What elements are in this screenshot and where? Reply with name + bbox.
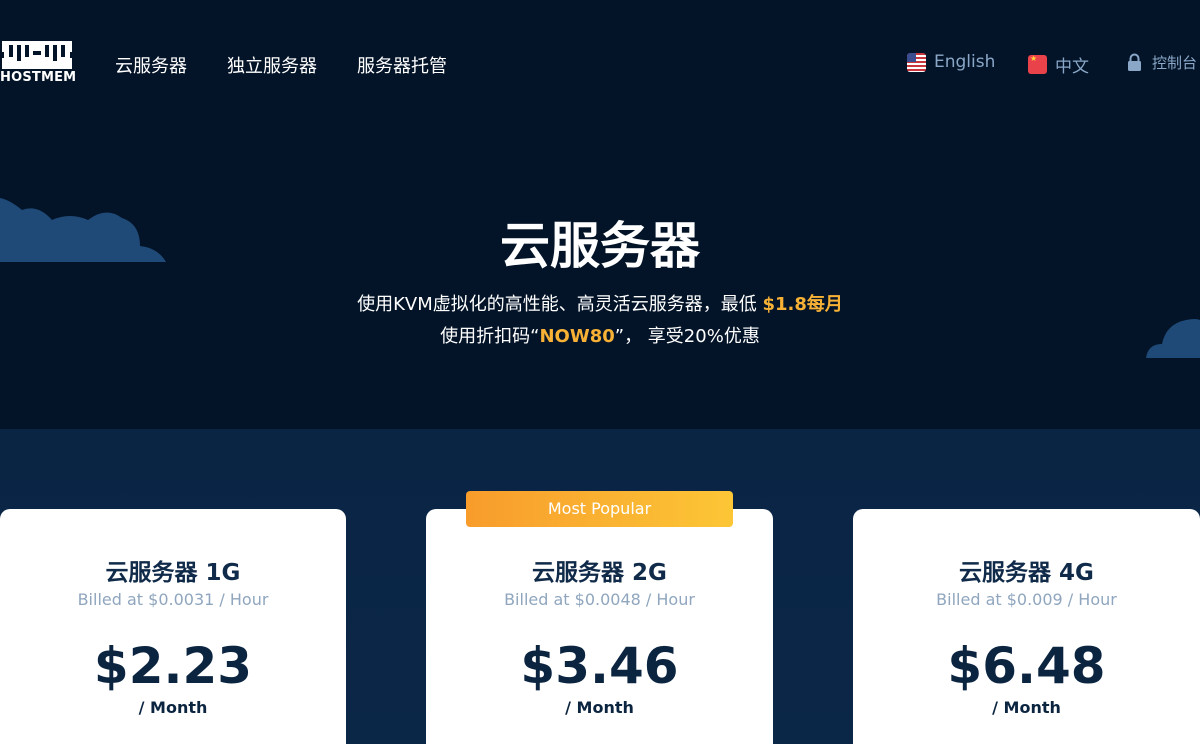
plan-card-2g[interactable]: 云服务器 2G Billed at $0.0048 / Hour $3.46 /… [426, 509, 773, 744]
plan-price: $3.46 [520, 637, 679, 695]
plan-price: $6.48 [947, 637, 1106, 695]
coupon-prefix: 使用折扣码“ [440, 326, 540, 347]
plan-title: 云服务器 2G [532, 560, 667, 586]
console-link[interactable]: 控制台 [1127, 52, 1197, 73]
plan-title: 云服务器 1G [105, 560, 241, 586]
nav-link-cloud-server[interactable]: 云服务器 [115, 52, 187, 78]
lang-english-link[interactable]: English [907, 52, 995, 72]
coupon-suffix: ”， 享受20%优惠 [614, 326, 760, 347]
plan-card-4g[interactable]: 云服务器 4G Billed at $0.009 / Hour $6.48 / … [853, 509, 1200, 744]
plan-period: / Month [992, 698, 1061, 717]
plan-hourly-rate: Billed at $0.0031 / Hour [77, 590, 269, 609]
lock-icon [1128, 53, 1141, 71]
plan-card-1g[interactable]: 云服务器 1G Billed at $0.0031 / Hour $2.23 /… [0, 509, 346, 744]
hero-subtitle-text: 使用KVM虚拟化的高性能、高灵活云服务器，最低 [357, 294, 763, 315]
brand-name: HOSTMEM [0, 70, 77, 85]
lowest-price-highlight: $1.8每月 [762, 294, 843, 315]
plan-hourly-rate: Billed at $0.0048 / Hour [504, 590, 695, 609]
plan-hourly-rate: Billed at $0.009 / Hour [936, 590, 1117, 609]
lang-chinese-link[interactable]: 中文 [1028, 52, 1089, 77]
plan-title: 云服务器 4G [959, 560, 1094, 586]
lang-english-label: English [934, 52, 996, 72]
us-flag-icon [907, 52, 926, 72]
hero-subtitle-line2: 使用折扣码“NOW80”， 享受20%优惠 [0, 322, 1200, 348]
plan-period: / Month [565, 698, 634, 717]
nav-link-dedicated-server[interactable]: 独立服务器 [227, 52, 317, 78]
page-title: 云服务器 [500, 217, 700, 275]
cn-flag-icon [1028, 54, 1047, 74]
hero-subtitle-line1: 使用KVM虚拟化的高性能、高灵活云服务器，最低 $1.8每月 [0, 290, 1200, 316]
plan-period: / Month [138, 698, 208, 717]
lang-chinese-label: 中文 [1055, 57, 1089, 77]
hero-section: HOSTMEM 云服务器 独立服务器 服务器托管 English 中文 控制台 … [0, 0, 1200, 429]
plan-price: $2.23 [93, 637, 253, 695]
console-label: 控制台 [1152, 54, 1198, 72]
nav-link-colocation[interactable]: 服务器托管 [357, 52, 447, 78]
coupon-code: NOW80 [539, 326, 615, 347]
most-popular-badge: Most Popular [466, 491, 733, 527]
